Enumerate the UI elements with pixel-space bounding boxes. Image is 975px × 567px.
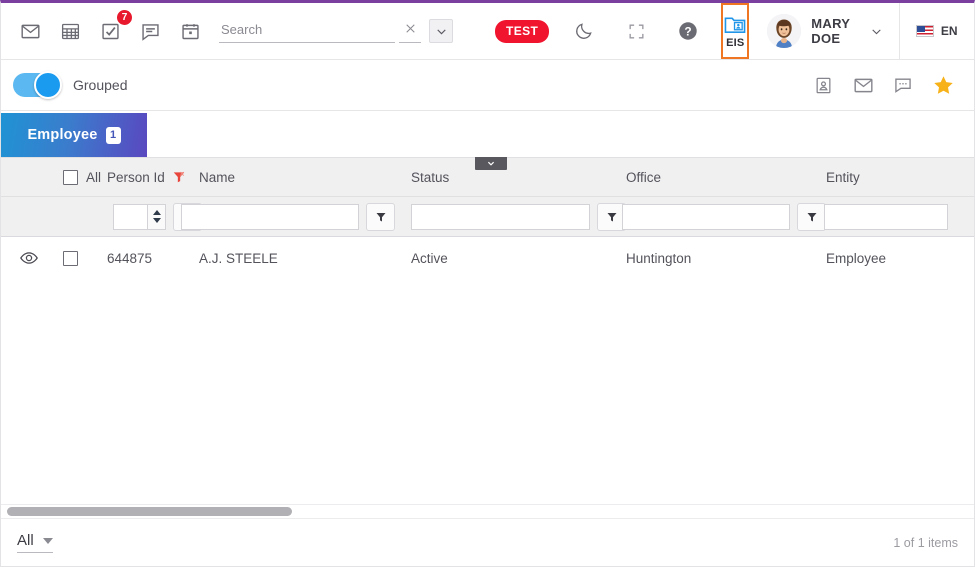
column-header-status[interactable]: Status — [411, 170, 626, 185]
data-grid: All Person Id Name Status Office Entity … — [1, 157, 974, 518]
toolbar-secondary: Grouped — [1, 60, 974, 111]
collapse-panel-chevron-down-icon[interactable] — [475, 157, 507, 170]
svg-text:?: ? — [685, 25, 692, 39]
clear-filter-icon[interactable] — [172, 170, 186, 184]
select-all-label: All — [86, 169, 102, 185]
tasks-check-icon[interactable]: 7 — [93, 10, 132, 48]
topbar-right-group: MARY DOE EN — [749, 3, 975, 59]
person-id-stepper[interactable] — [147, 203, 166, 230]
chat-bubble-icon[interactable] — [890, 72, 916, 98]
user-name-label[interactable]: MARY DOE — [811, 16, 860, 46]
grid-body: 644875 A.J. STEELE Active Huntington Emp… — [1, 237, 974, 504]
environment-badge[interactable]: TEST — [495, 19, 550, 43]
application-window: 7 Search TEST ? EIS MARY DOE EN Grouped … — [0, 0, 975, 567]
search-clear-icon[interactable] — [399, 20, 421, 43]
fullscreen-icon[interactable] — [619, 14, 653, 48]
module-eis-label: EIS — [726, 36, 745, 49]
mail-icon[interactable] — [13, 14, 47, 48]
horizontal-scrollbar-thumb[interactable] — [7, 507, 292, 516]
stepper-up-icon[interactable] — [152, 210, 161, 215]
messages-icon[interactable] — [133, 14, 167, 48]
column-header-office[interactable]: Office — [626, 170, 826, 185]
horizontal-scrollbar[interactable] — [1, 504, 974, 518]
cell-status: Active — [411, 250, 448, 266]
grid-calculator-icon[interactable] — [53, 14, 87, 48]
grouped-toggle-label: Grouped — [73, 77, 128, 93]
row-preview-icon[interactable] — [1, 248, 57, 268]
filter-cell-name — [181, 202, 411, 231]
search-input[interactable] — [219, 19, 395, 43]
top-navigation-bar: 7 Search TEST ? EIS MARY DOE EN — [1, 3, 975, 60]
cell-office: Huntington — [626, 250, 692, 266]
filter-cell-office — [622, 202, 826, 231]
name-filter-button[interactable] — [366, 202, 395, 231]
person-id-numeric-filter[interactable] — [113, 203, 166, 230]
topbar-divider — [899, 3, 900, 59]
grid-filter-row — [1, 197, 974, 237]
select-all-checkbox[interactable] — [63, 169, 78, 185]
tab-employee[interactable]: Employee 1 — [1, 113, 147, 157]
column-header-person-id-label: Person Id — [107, 169, 165, 185]
contact-card-icon[interactable] — [810, 72, 836, 98]
column-header-name[interactable]: Name — [199, 170, 411, 185]
cell-entity: Employee — [826, 250, 887, 266]
language-selector[interactable]: EN — [915, 24, 958, 38]
header-select-all-cell: All — [57, 169, 107, 185]
tasks-badge: 7 — [117, 10, 132, 25]
column-header-status-label: Status — [411, 169, 450, 185]
dark-mode-moon-icon[interactable] — [567, 14, 601, 48]
page-size-value: All — [17, 532, 34, 549]
table-row[interactable]: 644875 A.J. STEELE Active Huntington Emp… — [1, 237, 974, 279]
column-header-person-id[interactable]: Person Id — [107, 170, 199, 185]
tab-strip: Employee 1 — [1, 111, 974, 157]
column-header-entity-label: Entity — [826, 169, 860, 185]
status-filter-input[interactable] — [411, 203, 590, 230]
toggle-knob — [34, 71, 62, 99]
page-size-selector[interactable]: All — [17, 532, 53, 553]
star-icon[interactable] — [930, 72, 956, 98]
entity-filter-input[interactable] — [824, 203, 948, 230]
name-filter-input[interactable] — [181, 203, 359, 230]
cell-person-id: 644875 — [107, 250, 153, 266]
topbar-icon-group: 7 — [1, 10, 207, 48]
column-header-entity[interactable]: Entity — [826, 170, 972, 185]
us-flag-icon — [915, 25, 934, 37]
search-options-chevron-down-icon[interactable] — [429, 19, 453, 43]
filter-cell-entity — [824, 203, 972, 230]
cell-name: A.J. STEELE — [199, 250, 278, 266]
row-checkbox[interactable] — [63, 250, 78, 266]
items-count-label: 1 of 1 items — [893, 535, 958, 550]
office-filter-input[interactable] — [622, 203, 790, 230]
stepper-down-icon[interactable] — [152, 218, 161, 223]
topbar-center-group: TEST ? — [495, 14, 705, 48]
grouped-toggle[interactable] — [13, 71, 62, 99]
tab-employee-label: Employee — [27, 127, 98, 143]
toolbar-action-icons — [810, 72, 960, 98]
chevron-down-icon[interactable] — [42, 537, 53, 544]
column-header-office-label: Office — [626, 169, 662, 185]
folder-person-icon — [724, 16, 746, 33]
module-eis-button[interactable]: EIS — [721, 3, 750, 59]
person-id-filter-input[interactable] — [113, 203, 147, 230]
topbar-divider-2 — [973, 3, 975, 59]
grid-footer: All 1 of 1 items — [1, 518, 974, 566]
language-code-label: EN — [940, 24, 958, 38]
tab-employee-badge: 1 — [105, 126, 121, 144]
search-area — [219, 19, 453, 43]
envelope-icon[interactable] — [850, 72, 876, 98]
help-icon[interactable]: ? — [671, 14, 705, 48]
office-filter-button[interactable] — [797, 202, 826, 231]
user-menu-chevron-down-icon[interactable] — [870, 25, 883, 38]
row-select-cell — [57, 250, 107, 266]
avatar[interactable] — [767, 14, 802, 48]
calendar-icon[interactable] — [173, 14, 207, 48]
column-header-name-label: Name — [199, 169, 236, 185]
filter-cell-status — [411, 202, 626, 231]
